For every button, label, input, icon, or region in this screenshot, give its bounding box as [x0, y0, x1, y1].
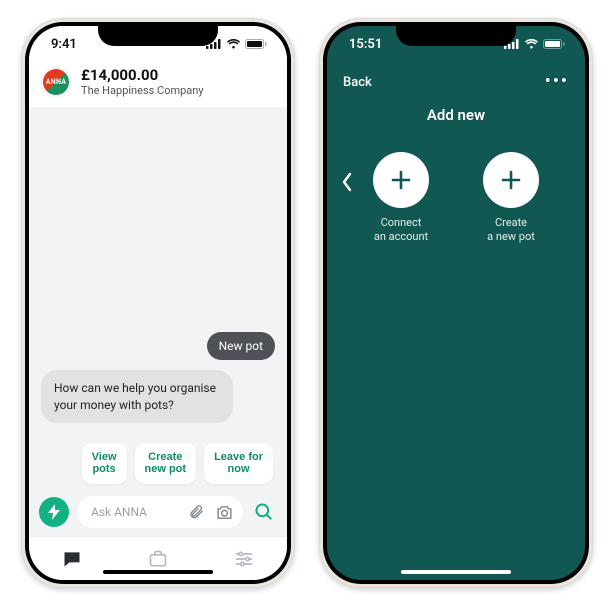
addnew-options: Connect an account Create a new pot: [327, 152, 585, 244]
chat-screen: 9:41 ANNA £14,000.00 The Happiness Compa…: [29, 26, 287, 580]
camera-icon[interactable]: [213, 501, 235, 523]
anna-logo: ANNA: [41, 67, 71, 97]
addnew-screen: 15:51 Back ••• Add new: [327, 26, 585, 580]
plus-icon: [499, 168, 523, 192]
option-label: Create a new pot: [487, 216, 535, 244]
chevron-left-icon[interactable]: [341, 172, 353, 196]
phone-notch: [396, 22, 516, 46]
plus-circle-icon: [373, 152, 429, 208]
account-header-text: £14,000.00 The Happiness Company: [81, 66, 204, 97]
wifi-icon: [524, 39, 539, 49]
plus-icon: [389, 168, 413, 192]
search-icon: [254, 502, 274, 522]
status-time: 15:51: [349, 37, 382, 52]
tab-chat[interactable]: [59, 546, 85, 572]
tab-settings[interactable]: [231, 546, 257, 572]
quick-reply-row: View pots Create new pot Leave for now: [41, 443, 275, 484]
option-create-pot[interactable]: Create a new pot: [468, 152, 554, 244]
status-indicators: [206, 39, 267, 49]
option-connect-account[interactable]: Connect an account: [358, 152, 444, 244]
phone-bezel: 15:51 Back ••• Add new: [323, 22, 589, 584]
chat-body: New pot How can we help you organise you…: [29, 107, 287, 490]
option-label: Connect an account: [374, 216, 428, 244]
account-company: The Happiness Company: [81, 84, 204, 97]
ask-input[interactable]: Ask ANNA: [77, 496, 243, 528]
battery-icon: [245, 39, 267, 49]
account-balance: £14,000.00: [81, 66, 204, 84]
status-time: 9:41: [51, 37, 77, 52]
wifi-icon: [226, 39, 241, 49]
tab-briefcase[interactable]: [145, 546, 171, 572]
phone-chat: 9:41 ANNA £14,000.00 The Happiness Compa…: [21, 18, 295, 588]
phone-notch: [98, 22, 218, 46]
battery-icon: [543, 39, 565, 49]
action-button[interactable]: [39, 497, 69, 527]
phone-addnew: 15:51 Back ••• Add new: [319, 18, 593, 588]
briefcase-icon: [148, 549, 168, 569]
bot-message-bubble: How can we help you organise your money …: [41, 370, 233, 422]
addnew-nav: Back ••• Add new: [327, 62, 585, 124]
sliders-icon: [234, 549, 254, 569]
ask-placeholder: Ask ANNA: [91, 505, 179, 519]
nav-back-button[interactable]: Back: [343, 75, 372, 90]
quick-reply-view-pots[interactable]: View pots: [82, 443, 127, 484]
nav-title: Add new: [343, 106, 569, 124]
plus-circle-icon: [483, 152, 539, 208]
status-indicators: [504, 39, 565, 49]
chat-input-row: Ask ANNA: [29, 490, 287, 536]
attach-icon[interactable]: [185, 501, 207, 523]
quick-reply-create-pot[interactable]: Create new pot: [135, 443, 197, 484]
home-indicator[interactable]: [401, 570, 511, 574]
bolt-icon: [47, 504, 61, 520]
chat-tab-icon: [62, 549, 82, 569]
account-header[interactable]: ANNA £14,000.00 The Happiness Company: [29, 62, 287, 107]
search-button[interactable]: [251, 499, 277, 525]
home-indicator[interactable]: [103, 570, 213, 574]
phone-bezel: 9:41 ANNA £14,000.00 The Happiness Compa…: [25, 22, 291, 584]
user-message-bubble: New pot: [207, 332, 275, 360]
quick-reply-leave[interactable]: Leave for now: [204, 443, 273, 484]
